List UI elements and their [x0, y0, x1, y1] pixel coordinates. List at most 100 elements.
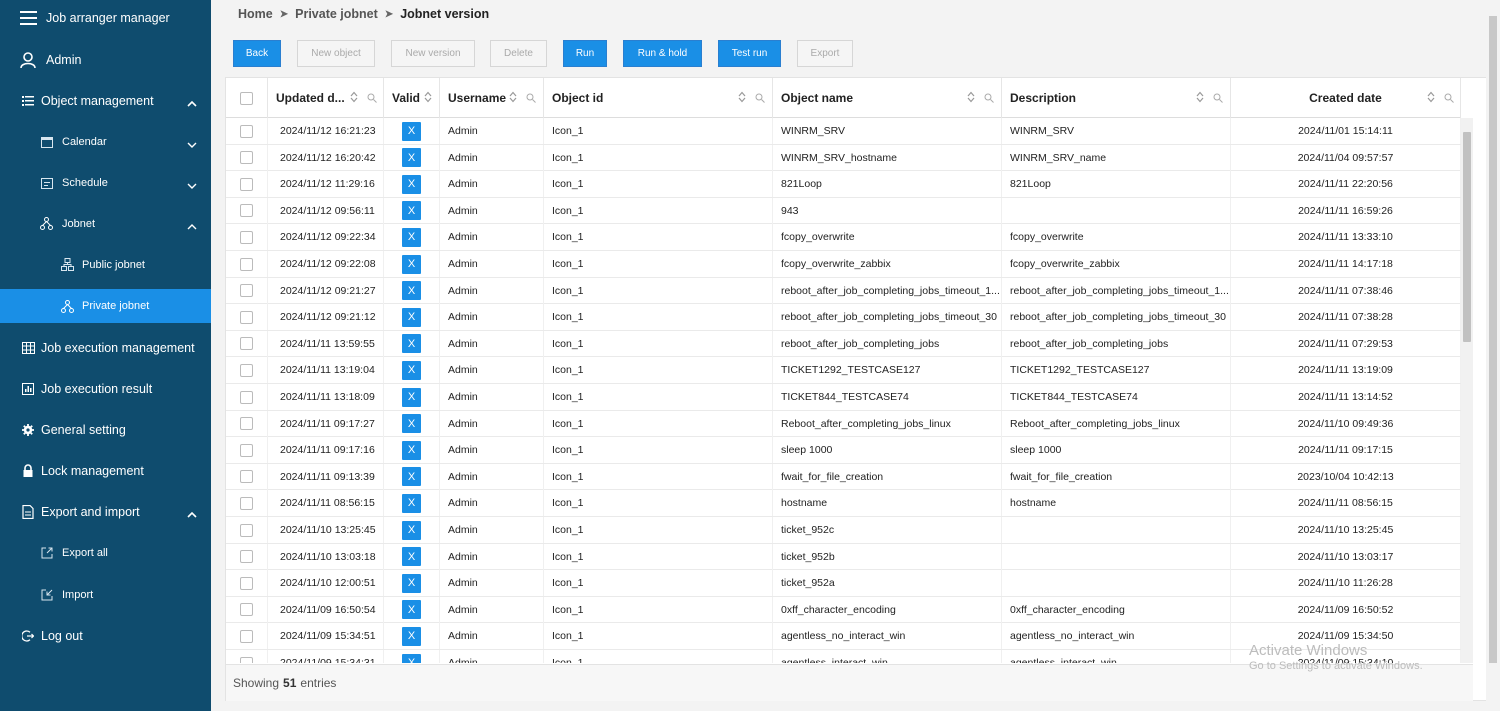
valid-toggle-button[interactable]: X [402, 148, 421, 168]
sidebar-item-export-all[interactable]: Export all [0, 532, 211, 573]
filter-search-icon[interactable] [1213, 92, 1223, 103]
sidebar-item-lock-management[interactable]: Lock management [0, 450, 211, 491]
table-row[interactable]: 2024/11/12 16:20:42 X Admin Icon_1 WINRM_SRV… [226, 144, 1461, 172]
table-row[interactable]: 2024/11/11 13:18:09 X Admin Icon_1 TICKET844… [226, 384, 1461, 411]
row-checkbox[interactable] [240, 629, 253, 643]
table-row[interactable]: 2024/11/09 16:50:54 X Admin Icon_1 0xff_char… [226, 596, 1461, 624]
table-row[interactable]: 2024/11/11 13:19:04 X Admin Icon_1 TICKET129… [226, 357, 1461, 384]
run-hold-button[interactable]: Run & hold [623, 40, 702, 67]
new-object-button[interactable]: New object [297, 40, 375, 67]
table-scrollbar[interactable] [1461, 118, 1473, 663]
valid-toggle-button[interactable]: X [402, 600, 421, 620]
valid-toggle-button[interactable]: X [402, 493, 421, 513]
table-row[interactable]: 2024/11/11 13:59:55 X Admin Icon_1 reboot_af… [226, 330, 1461, 358]
row-checkbox[interactable] [240, 257, 253, 271]
column-created-date[interactable]: Created date [1231, 78, 1461, 118]
table-row[interactable]: 2024/11/12 09:21:27 X Admin Icon_1 reboot_af… [226, 277, 1461, 305]
valid-toggle-button[interactable]: X [402, 174, 421, 194]
valid-toggle-button[interactable]: X [402, 201, 421, 221]
column-object-name[interactable]: Object name [773, 78, 1002, 118]
filter-search-icon[interactable] [367, 92, 377, 103]
row-checkbox[interactable] [240, 230, 253, 244]
filter-search-icon[interactable] [984, 92, 994, 103]
sidebar-item-schedule[interactable]: Schedule [0, 162, 211, 203]
sidebar-item-job-execution-result[interactable]: Job execution result [0, 368, 211, 409]
row-checkbox[interactable] [240, 417, 253, 431]
row-checkbox[interactable] [240, 496, 253, 510]
valid-toggle-button[interactable]: X [402, 467, 421, 487]
scrollbar-thumb[interactable] [1489, 16, 1497, 663]
select-all-checkbox[interactable] [240, 91, 253, 105]
back-button[interactable]: Back [233, 40, 281, 67]
row-checkbox[interactable] [240, 310, 253, 324]
user-menu[interactable]: Admin [0, 39, 211, 80]
sort-icon[interactable] [509, 91, 517, 103]
sidebar-item-object-management[interactable]: Object management [0, 80, 211, 121]
row-checkbox[interactable] [240, 576, 253, 590]
row-checkbox[interactable] [240, 470, 253, 484]
sort-icon[interactable] [738, 91, 746, 103]
valid-toggle-button[interactable]: X [402, 520, 421, 540]
scrollbar-thumb[interactable] [1463, 132, 1471, 342]
filter-search-icon[interactable] [1444, 92, 1454, 103]
table-row[interactable]: 2024/11/12 09:22:34 X Admin Icon_1 fcopy_ove… [226, 224, 1461, 251]
row-checkbox[interactable] [240, 151, 253, 165]
table-row[interactable]: 2024/11/11 09:13:39 X Admin Icon_1 fwait_for… [226, 463, 1461, 491]
row-checkbox[interactable] [240, 603, 253, 617]
table-row[interactable]: 2024/11/10 13:25:45 X Admin Icon_1 ticket_95… [226, 517, 1461, 544]
filter-search-icon[interactable] [526, 92, 536, 103]
row-checkbox[interactable] [240, 523, 253, 537]
row-checkbox[interactable] [240, 337, 253, 351]
valid-toggle-button[interactable]: X [402, 334, 421, 354]
run-button[interactable]: Run [563, 40, 607, 67]
breadcrumb-private-jobnet[interactable]: Private jobnet [295, 7, 378, 21]
table-row[interactable]: 2024/11/12 09:56:11 X Admin Icon_1 943 2024/1… [226, 197, 1461, 225]
sort-icon[interactable] [350, 91, 358, 103]
sort-icon[interactable] [1196, 91, 1204, 103]
table-row[interactable]: 2024/11/11 09:17:16 X Admin Icon_1 sleep 100… [226, 437, 1461, 464]
sidebar-item-jobnet[interactable]: Jobnet [0, 203, 211, 244]
row-checkbox[interactable] [240, 204, 253, 218]
sidebar-item-import[interactable]: Import [0, 574, 211, 615]
table-row[interactable]: 2024/11/12 16:21:23 X Admin Icon_1 WINRM_SRV… [226, 118, 1461, 145]
column-valid[interactable]: Valid [384, 78, 440, 118]
filter-search-icon[interactable] [755, 92, 765, 103]
row-checkbox[interactable] [240, 550, 253, 564]
menu-icon[interactable] [20, 10, 37, 27]
table-row[interactable]: 2024/11/12 09:22:08 X Admin Icon_1 fcopy_ove… [226, 251, 1461, 278]
sidebar-item-job-execution-management[interactable]: Job execution management [0, 327, 211, 368]
table-row[interactable]: 2024/11/12 11:29:16 X Admin Icon_1 821Loop 82… [226, 171, 1461, 198]
column-object-id[interactable]: Object id [544, 78, 773, 118]
breadcrumb-home[interactable]: Home [238, 7, 273, 21]
table-row[interactable]: 2024/11/11 08:56:15 X Admin Icon_1 hostname h… [226, 490, 1461, 517]
sidebar-item-public-jobnet[interactable]: Public jobnet [0, 244, 211, 285]
sort-icon[interactable] [424, 91, 432, 103]
valid-toggle-button[interactable]: X [402, 626, 421, 646]
sort-icon[interactable] [1427, 91, 1435, 103]
delete-button[interactable]: Delete [490, 40, 547, 67]
valid-toggle-button[interactable]: X [402, 360, 421, 380]
valid-toggle-button[interactable]: X [402, 414, 421, 434]
valid-toggle-button[interactable]: X [402, 387, 421, 407]
test-run-button[interactable]: Test run [718, 40, 781, 67]
row-checkbox[interactable] [240, 177, 253, 191]
valid-toggle-button[interactable]: X [402, 573, 421, 593]
valid-toggle-button[interactable]: X [402, 440, 421, 460]
sort-icon[interactable] [967, 91, 975, 103]
row-checkbox[interactable] [240, 443, 253, 457]
row-checkbox[interactable] [240, 363, 253, 377]
sidebar-item-export-and-import[interactable]: Export and import [0, 491, 211, 532]
table-row[interactable]: 2024/11/12 09:21:12 X Admin Icon_1 reboot_af… [226, 304, 1461, 331]
valid-toggle-button[interactable]: X [402, 254, 421, 274]
row-checkbox[interactable] [240, 390, 253, 404]
new-version-button[interactable]: New version [391, 40, 475, 67]
row-checkbox[interactable] [240, 124, 253, 138]
valid-toggle-button[interactable]: X [402, 121, 421, 141]
valid-toggle-button[interactable]: X [402, 653, 421, 663]
row-checkbox[interactable] [240, 656, 253, 663]
column-updated-date[interactable]: Updated d... [268, 78, 384, 118]
page-scrollbar[interactable] [1486, 0, 1500, 711]
table-row[interactable]: 2024/11/10 12:00:51 X Admin Icon_1 ticket_95… [226, 570, 1461, 597]
column-description[interactable]: Description [1002, 78, 1231, 118]
valid-toggle-button[interactable]: X [402, 281, 421, 301]
